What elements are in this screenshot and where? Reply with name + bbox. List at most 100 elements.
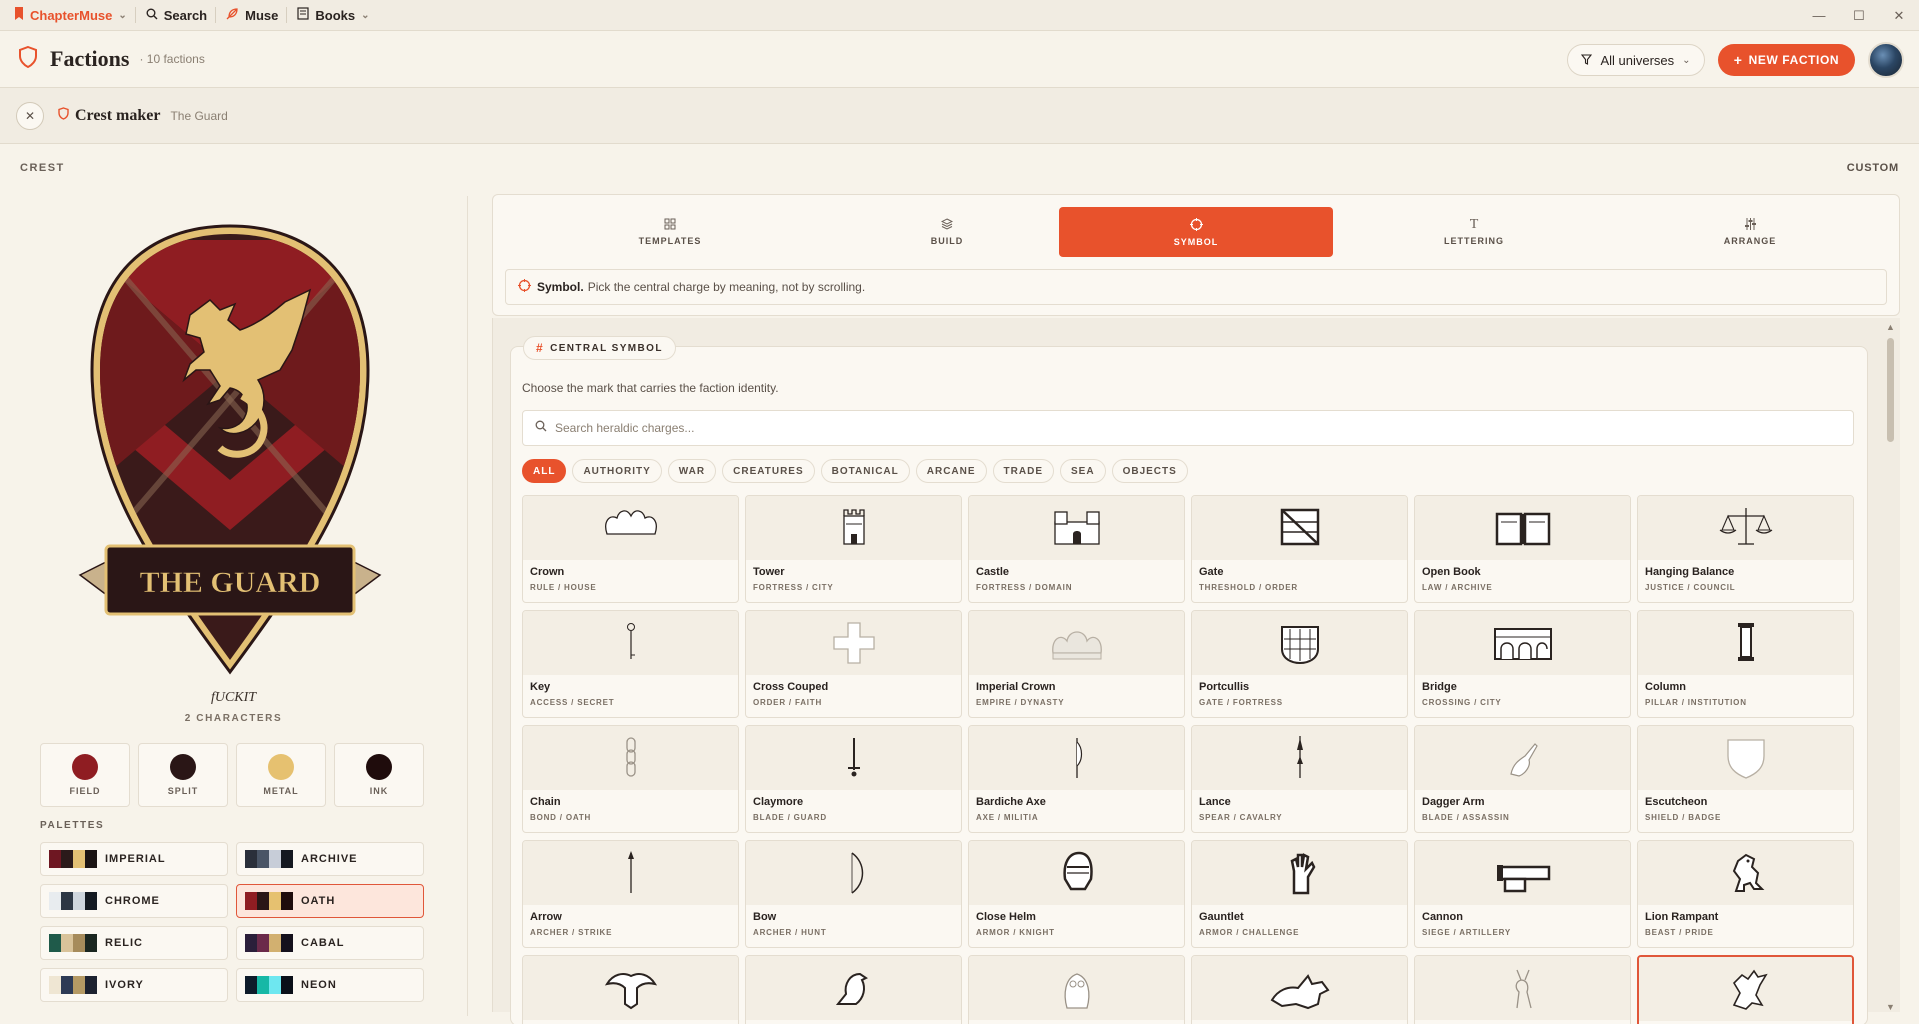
- filter-chip-arcane[interactable]: ARCANE: [915, 459, 987, 483]
- palette-neon[interactable]: NEON: [236, 968, 424, 1002]
- swatch-ink[interactable]: INK: [334, 743, 424, 807]
- crest-banner-text: THE GUARD: [140, 566, 321, 599]
- column-icon: [1737, 623, 1754, 661]
- symbol-tags: EMPIRE / DYNASTY: [976, 698, 1065, 707]
- symbol-name: Cross Couped: [753, 681, 829, 693]
- scrollbar-thumb[interactable]: [1887, 338, 1894, 442]
- swatch-metal[interactable]: METAL: [236, 743, 326, 807]
- symbol-tile[interactable]: Gate THRESHOLD / ORDER: [1191, 495, 1408, 603]
- symbol-tile[interactable]: Lance SPEAR / CAVALRY: [1191, 725, 1408, 833]
- tab-build[interactable]: BUILD: [810, 207, 1084, 257]
- tincture-swatches: FIELD SPLIT METAL INK: [40, 743, 424, 807]
- divider: [134, 7, 136, 23]
- symbol-tile[interactable]: Tower FORTRESS / CITY: [745, 495, 962, 603]
- symbol-tile[interactable]: [1191, 955, 1408, 1024]
- symbol-tile[interactable]: Open Book LAW / ARCHIVE: [1414, 495, 1631, 603]
- symbol-art: [1415, 496, 1630, 560]
- minimize-icon[interactable]: —: [1799, 0, 1839, 31]
- symbol-name: Gate: [1199, 566, 1224, 578]
- new-faction-label: NEW FACTION: [1748, 53, 1840, 67]
- bookmark-icon: [14, 7, 24, 23]
- symbol-tile[interactable]: Claymore BLADE / GUARD: [745, 725, 962, 833]
- symbol-tile[interactable]: Lion Rampant BEAST / PRIDE: [1637, 840, 1854, 948]
- tab-lettering[interactable]: T LETTERING: [1337, 207, 1611, 257]
- universe-filter[interactable]: All universes ⌄: [1567, 44, 1705, 76]
- palette-archive[interactable]: ARCHIVE: [236, 842, 424, 876]
- muse-menu[interactable]: Muse: [226, 7, 278, 23]
- symbol-tile[interactable]: Dagger Arm BLADE / ASSASSIN: [1414, 725, 1631, 833]
- symbol-name: Bardiche Axe: [976, 796, 1046, 808]
- books-menu[interactable]: Books ⌄: [297, 7, 369, 23]
- dragon-icon: [1732, 969, 1768, 1010]
- character-count: 2 CHARACTERS: [184, 713, 283, 724]
- charge-search[interactable]: [522, 410, 1854, 446]
- new-faction-button[interactable]: + NEW FACTION: [1718, 44, 1855, 76]
- symbol-tile[interactable]: Cannon SIEGE / ARTILLERY: [1414, 840, 1631, 948]
- filter-chip-authority[interactable]: AUTHORITY: [572, 459, 662, 483]
- scroll-up-icon[interactable]: ▲: [1886, 322, 1895, 332]
- tab-templates[interactable]: TEMPLATES: [533, 207, 807, 257]
- filter-chip-sea[interactable]: SEA: [1060, 459, 1106, 483]
- filter-chip-all[interactable]: ALL: [522, 459, 567, 483]
- filter-chip-war[interactable]: WAR: [667, 459, 717, 483]
- filter-chip-objects[interactable]: OBJECTS: [1111, 459, 1188, 483]
- symbol-tile[interactable]: [1414, 955, 1631, 1024]
- symbol-tags: FORTRESS / CITY: [753, 583, 834, 592]
- palette-chip: [269, 976, 281, 994]
- symbol-tile[interactable]: Gauntlet ARMOR / CHALLENGE: [1191, 840, 1408, 948]
- custom-label[interactable]: CUSTOM: [1847, 162, 1899, 174]
- close-button[interactable]: ✕: [16, 101, 44, 130]
- swatch-field[interactable]: FIELD: [40, 743, 130, 807]
- app-menu[interactable]: ChapterMuse ⌄: [14, 7, 127, 23]
- avatar[interactable]: [1868, 42, 1904, 78]
- bow-icon: [851, 852, 863, 894]
- palette-ivory[interactable]: IVORY: [40, 968, 228, 1002]
- palette-chrome[interactable]: CHROME: [40, 884, 228, 918]
- symbol-tile[interactable]: [968, 955, 1185, 1024]
- scroll-down-icon[interactable]: ▼: [1886, 1002, 1895, 1012]
- symbol-tile[interactable]: Key ACCESS / SECRET: [522, 610, 739, 718]
- symbol-name: Imperial Crown: [976, 681, 1056, 693]
- symbol-tile[interactable]: Close Helm ARMOR / KNIGHT: [968, 840, 1185, 948]
- symbol-tile[interactable]: Imperial Crown EMPIRE / DYNASTY: [968, 610, 1185, 718]
- symbol-tile[interactable]: Bardiche Axe AXE / MILITIA: [968, 725, 1185, 833]
- symbol-tile[interactable]: Castle FORTRESS / DOMAIN: [968, 495, 1185, 603]
- symbol-tile[interactable]: [522, 955, 739, 1024]
- swatch-split[interactable]: SPLIT: [138, 743, 228, 807]
- maximize-icon[interactable]: ☐: [1839, 0, 1879, 31]
- tab-arrange[interactable]: ARRANGE: [1613, 207, 1887, 257]
- palette-cabal[interactable]: CABAL: [236, 926, 424, 960]
- symbol-tile[interactable]: Crown RULE / HOUSE: [522, 495, 739, 603]
- symbol-tile[interactable]: Escutcheon SHIELD / BADGE: [1637, 725, 1854, 833]
- symbol-tile[interactable]: [1637, 955, 1854, 1024]
- palette-name: IMPERIAL: [105, 853, 166, 865]
- symbol-name: Crown: [530, 566, 565, 578]
- claymore-icon: [847, 738, 860, 777]
- symbol-tile[interactable]: Bow ARCHER / HUNT: [745, 840, 962, 948]
- charge-search-input[interactable]: [555, 421, 1835, 435]
- filter-chip-creatures[interactable]: CREATURES: [722, 459, 815, 483]
- symbol-tile[interactable]: Hanging Balance JUSTICE / COUNCIL: [1637, 495, 1854, 603]
- filter-chip-botanical[interactable]: BOTANICAL: [820, 459, 910, 483]
- palette-imperial[interactable]: IMPERIAL: [40, 842, 228, 876]
- muse-label: Muse: [245, 7, 279, 23]
- tab-symbol[interactable]: SYMBOL: [1059, 207, 1333, 257]
- symbol-tile[interactable]: Column PILLAR / INSTITUTION: [1637, 610, 1854, 718]
- symbol-tile[interactable]: Arrow ARCHER / STRIKE: [522, 840, 739, 948]
- palette-chip: [49, 934, 61, 952]
- search-menu[interactable]: Search: [146, 8, 207, 23]
- scrollbar[interactable]: ▲ ▼: [1884, 320, 1896, 1012]
- chain-icon: [625, 737, 636, 777]
- symbol-tile[interactable]: Chain BOND / OATH: [522, 725, 739, 833]
- symbol-tile[interactable]: Bridge CROSSING / CITY: [1414, 610, 1631, 718]
- symbol-tile[interactable]: [745, 955, 962, 1024]
- symbol-art: [1192, 841, 1407, 905]
- filter-chip-trade[interactable]: TRADE: [992, 459, 1054, 483]
- palette-relic[interactable]: RELIC: [40, 926, 228, 960]
- symbol-tags: RULE / HOUSE: [530, 583, 597, 592]
- symbol-tile[interactable]: Cross Couped ORDER / FAITH: [745, 610, 962, 718]
- symbol-tile[interactable]: Portcullis GATE / FORTRESS: [1191, 610, 1408, 718]
- palette-oath[interactable]: OATH: [236, 884, 424, 918]
- close-icon[interactable]: ✕: [1879, 0, 1919, 31]
- palette-chip: [257, 850, 269, 868]
